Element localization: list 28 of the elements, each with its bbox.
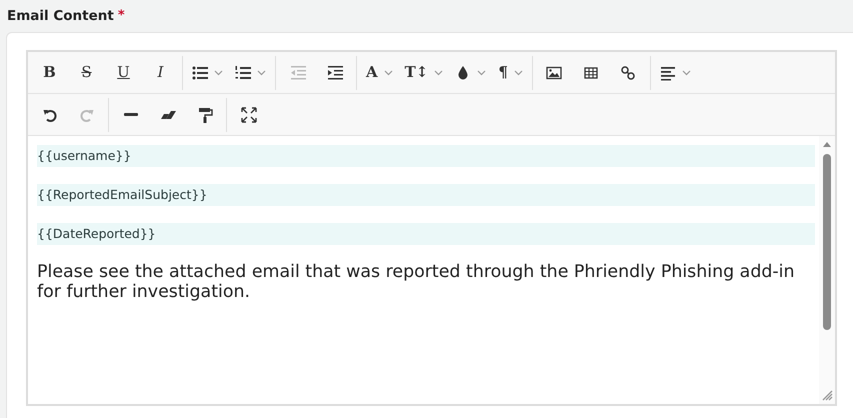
- link-icon: [620, 64, 636, 80]
- rich-text-editor[interactable]: B S U I A T↕ ¶ {{username}} {{ReportedEmailSubject}} {{DateReported}} Please see the attached email that was reported through the Phriendly Phishing add-in for further investigation.: [26, 50, 837, 406]
- scrollbar-thumb[interactable]: [823, 154, 831, 330]
- format-button[interactable]: ¶: [492, 58, 529, 88]
- resize-handle-icon[interactable]: [822, 390, 833, 401]
- align-left-icon: [660, 64, 676, 80]
- required-mark: *: [118, 7, 125, 26]
- template-variable: {{ReportedEmailSubject}}: [37, 184, 815, 206]
- numbered-list-icon: [235, 64, 251, 80]
- scrollbar[interactable]: [819, 136, 835, 404]
- format-button[interactable]: I: [142, 58, 179, 88]
- paint-roller-icon: [196, 106, 212, 122]
- template-variable: {{username}}: [37, 145, 815, 167]
- fullscreen-icon: [240, 106, 256, 122]
- bullet-list-icon: [192, 64, 208, 80]
- format-button[interactable]: S: [68, 58, 105, 88]
- outdent-icon: [290, 64, 306, 80]
- format-button[interactable]: T↕: [398, 58, 450, 88]
- format-button[interactable]: B: [31, 58, 68, 88]
- scroll-up-icon[interactable]: [822, 140, 832, 148]
- table-icon: [583, 64, 600, 80]
- format-button[interactable]: A: [360, 58, 399, 88]
- template-variable: {{DateReported}}: [37, 223, 815, 245]
- field-label: Email Content: [7, 6, 114, 26]
- format-button[interactable]: U: [105, 58, 142, 88]
- image-icon: [546, 64, 562, 80]
- body-paragraph: Please see the attached email that was reported through the Phriendly Phishing add-in for further investigation.: [37, 262, 796, 302]
- indent-icon: [326, 64, 342, 80]
